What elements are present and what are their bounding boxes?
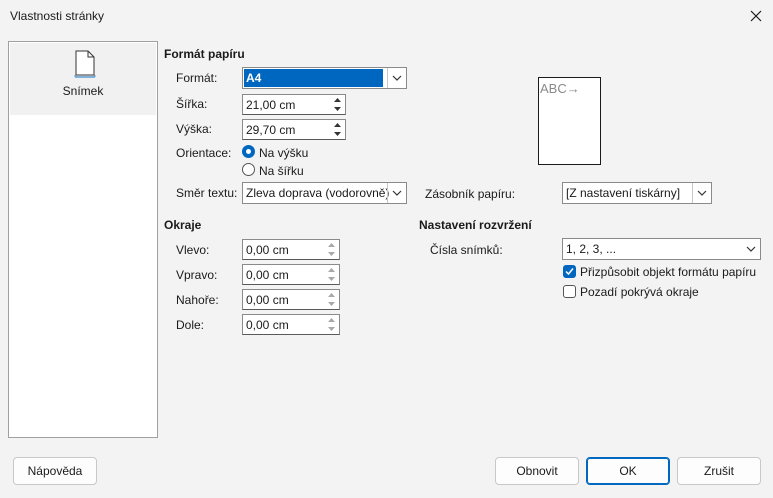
arrow-up-icon — [328, 243, 335, 247]
margin-left-decrement-button[interactable] — [325, 250, 338, 258]
margin-bottom-value: 0,00 cm — [246, 318, 289, 332]
height-value: 29,70 cm — [246, 123, 296, 137]
sidebar-item-slide[interactable]: Snímek — [10, 43, 156, 115]
margin-right-spinbox[interactable]: 0,00 cm — [242, 264, 340, 285]
text-direction-label: Směr textu: — [176, 186, 238, 200]
format-label: Formát: — [176, 71, 218, 85]
text-direction-select[interactable]: Zleva doprava (vodorovně) — [242, 182, 407, 204]
fit-object-label[interactable]: Přizpůsobit objekt formátu papíru — [580, 265, 756, 279]
arrow-up-icon — [328, 268, 335, 272]
chevron-down-icon — [392, 75, 402, 81]
arrow-down-icon — [334, 132, 341, 136]
portrait-radio[interactable] — [242, 145, 255, 158]
slide-numbers-dropdown-button[interactable] — [741, 239, 760, 259]
margin-top-spinbox[interactable]: 0,00 cm — [242, 289, 340, 310]
layout-settings-heading: Nastavení rozvržení — [419, 218, 532, 232]
slide-numbers-value: 1, 2, 3, ... — [566, 242, 617, 256]
width-spinbox[interactable]: 21,00 cm — [242, 94, 346, 115]
sidebar-item-label: Snímek — [62, 84, 104, 98]
chevron-down-icon — [746, 246, 755, 252]
preview-text: ABC→ — [540, 81, 580, 96]
margin-right-increment-button[interactable] — [325, 266, 338, 274]
margin-left-spinbox[interactable]: 0,00 cm — [242, 239, 340, 260]
chevron-down-icon — [392, 190, 402, 196]
portrait-label[interactable]: Na výšku — [259, 146, 308, 160]
margin-left-value: 0,00 cm — [246, 243, 289, 257]
format-select[interactable]: A4 — [242, 67, 407, 89]
paper-format-heading: Formát papíru — [164, 47, 245, 61]
paper-tray-select[interactable]: [Z nastavení tiskárny] — [562, 182, 712, 204]
slide-numbers-label: Čísla snímků: — [430, 243, 503, 257]
width-value: 21,00 cm — [246, 98, 296, 112]
background-covers-label[interactable]: Pozadí pokrývá okraje — [580, 285, 699, 299]
page-preview: ABC→ — [538, 77, 601, 165]
arrow-down-icon — [328, 252, 335, 256]
width-increment-button[interactable] — [331, 96, 344, 104]
height-spinbox[interactable]: 29,70 cm — [242, 119, 346, 140]
landscape-label[interactable]: Na šířku — [259, 164, 304, 178]
margin-right-decrement-button[interactable] — [325, 275, 338, 283]
checkmark-icon — [565, 268, 574, 276]
paper-tray-label: Zásobník papíru: — [425, 187, 516, 201]
format-value: A4 — [244, 69, 383, 87]
margin-left-label: Vlevo: — [176, 243, 210, 257]
margin-top-increment-button[interactable] — [325, 291, 338, 299]
landscape-radio[interactable] — [242, 163, 255, 176]
width-label: Šířka: — [176, 97, 208, 111]
margins-heading: Okraje — [164, 218, 202, 232]
arrow-up-icon — [328, 318, 335, 322]
window-title: Vlastnosti stránky — [10, 9, 105, 23]
paper-tray-value: [Z nastavení tiskárny] — [566, 186, 681, 200]
margin-top-decrement-button[interactable] — [325, 300, 338, 308]
paper-tray-dropdown-button[interactable] — [692, 183, 711, 203]
margin-top-value: 0,00 cm — [246, 293, 289, 307]
margin-right-label: Vpravo: — [176, 268, 218, 282]
text-direction-value: Zleva doprava (vodorovně) — [246, 186, 390, 200]
arrow-down-icon — [328, 302, 335, 306]
margin-right-value: 0,00 cm — [246, 268, 289, 282]
arrow-down-icon — [328, 327, 335, 331]
margin-bottom-increment-button[interactable] — [325, 316, 338, 324]
background-covers-checkbox[interactable] — [563, 285, 576, 298]
arrow-down-icon — [334, 107, 341, 111]
title-bar: Vlastnosti stránky — [0, 0, 773, 32]
width-decrement-button[interactable] — [331, 105, 344, 113]
chevron-down-icon — [697, 190, 707, 196]
fit-object-checkbox[interactable] — [563, 265, 576, 278]
help-button[interactable]: Nápověda — [13, 457, 97, 485]
arrow-up-icon — [328, 293, 335, 297]
slide-numbers-select[interactable]: 1, 2, 3, ... — [562, 238, 761, 260]
margin-left-increment-button[interactable] — [325, 241, 338, 249]
height-decrement-button[interactable] — [331, 130, 344, 138]
ok-button[interactable]: OK — [586, 457, 670, 485]
page-icon — [74, 50, 96, 78]
text-direction-dropdown-button[interactable] — [387, 183, 406, 203]
arrow-up-icon — [334, 98, 341, 102]
margin-bottom-label: Dole: — [176, 318, 205, 332]
close-button[interactable] — [744, 5, 768, 27]
orientation-label: Orientace: — [176, 146, 232, 160]
close-icon — [750, 10, 762, 22]
margin-bottom-decrement-button[interactable] — [325, 325, 338, 333]
margin-top-label: Nahoře: — [176, 293, 219, 307]
height-label: Výška: — [176, 122, 213, 136]
format-dropdown-button[interactable] — [387, 68, 406, 88]
margin-bottom-spinbox[interactable]: 0,00 cm — [242, 314, 340, 335]
cancel-button[interactable]: Zrušit — [677, 457, 761, 485]
arrow-up-icon — [334, 123, 341, 127]
sidebar: Snímek — [8, 41, 158, 438]
height-increment-button[interactable] — [331, 121, 344, 129]
arrow-down-icon — [328, 277, 335, 281]
reset-button[interactable]: Obnovit — [495, 457, 579, 485]
